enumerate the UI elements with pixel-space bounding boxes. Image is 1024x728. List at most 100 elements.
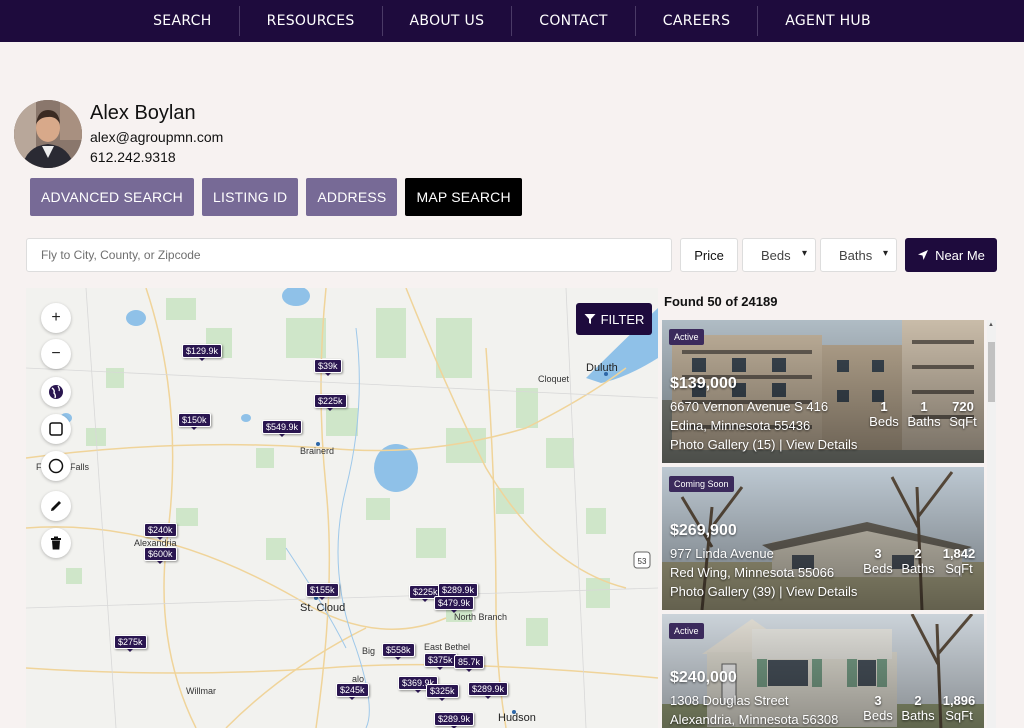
listing-street: 6670 Vernon Avenue S 416 (670, 399, 829, 414)
city-label: Cloquet (538, 374, 570, 384)
nav-search[interactable]: SEARCH (126, 6, 240, 36)
beds-label: Beds (863, 561, 893, 576)
listing-card[interactable]: Active $139,000 6670 Vernon Avenue S 416… (662, 320, 984, 463)
map-price-pin[interactable]: $150k (178, 413, 211, 430)
nav-about-us[interactable]: ABOUT US (383, 6, 513, 36)
baths-label: Baths (907, 414, 941, 429)
map-price-pin[interactable]: $240k (144, 523, 177, 540)
delete-shape-button[interactable] (41, 528, 71, 558)
minus-icon: − (51, 345, 61, 362)
city-label: Brainerd (300, 446, 335, 456)
scrollbar-thumb[interactable] (988, 342, 995, 402)
search-mode-tabs: ADVANCED SEARCH LISTING ID ADDRESS MAP S… (30, 178, 522, 216)
zoom-in-button[interactable]: + (41, 303, 71, 333)
results-scrollbar[interactable]: ▲ (987, 320, 996, 728)
location-arrow-icon (918, 250, 929, 260)
listing-sqft: 1,896 SqFt (940, 693, 978, 723)
sqft-label: SqFt (945, 708, 973, 723)
baths-select[interactable]: Baths ▾ (820, 238, 897, 272)
listing-city: Alexandria, Minnesota 56308 (670, 712, 839, 727)
beds-select-value: Beds (761, 247, 791, 263)
draw-rectangle-button[interactable] (41, 414, 71, 444)
agent-email[interactable]: alex@agroupmn.com (90, 129, 223, 145)
map-price-pin[interactable]: $289.9k (438, 583, 479, 600)
city-label: East Bethel (424, 642, 471, 652)
baths-label: Baths (901, 708, 935, 723)
agent-phone[interactable]: 612.242.9318 (90, 149, 176, 165)
listing-price: $269,900 (670, 522, 737, 539)
tab-listing-id[interactable]: LISTING ID (202, 178, 299, 216)
location-search-input[interactable] (26, 238, 672, 272)
listing-price: $139,000 (670, 375, 737, 392)
plus-icon: + (51, 309, 61, 326)
map-price-pin[interactable]: $325k (426, 684, 459, 701)
pencil-icon (51, 501, 61, 511)
listing-street: 977 Linda Avenue (670, 546, 774, 561)
photo-gallery-link[interactable]: Photo Gallery (15) | View Details (670, 437, 857, 452)
map-price-pin[interactable]: $289.9k (434, 712, 475, 728)
zoom-out-button[interactable]: − (41, 339, 71, 369)
status-badge: Active (669, 329, 704, 345)
photo-gallery-link[interactable]: Photo Gallery (39) | View Details (670, 584, 857, 599)
agent-avatar (14, 100, 82, 168)
chevron-down-icon: ▾ (882, 248, 888, 259)
map-base-layer: 53 (26, 288, 658, 728)
baths-label: Baths (901, 561, 935, 576)
map-filter-button[interactable]: FILTER (576, 303, 652, 335)
filter-label: FILTER (600, 311, 645, 327)
listing-card[interactable]: Active $240,000 1308 Douglas Street Alex… (662, 614, 984, 728)
near-me-button[interactable]: Near Me (905, 238, 997, 272)
listing-baths: 2 Baths (898, 546, 938, 576)
map-price-pin[interactable]: $225k (314, 394, 347, 411)
map-price-pin[interactable]: $549.9k (262, 420, 303, 437)
baths-select-value: Baths (839, 247, 873, 263)
status-badge: Coming Soon (669, 476, 734, 492)
map-price-pin[interactable]: $245k (336, 683, 369, 700)
tab-map-search[interactable]: MAP SEARCH (405, 178, 522, 216)
filter-icon (584, 314, 596, 324)
tab-advanced-search[interactable]: ADVANCED SEARCH (30, 178, 194, 216)
map-price-pin[interactable]: $39k (314, 359, 342, 376)
sqft-value: 1,842 (942, 546, 976, 561)
globe-button[interactable] (41, 377, 71, 407)
top-nav: SEARCH RESOURCES ABOUT US CONTACT CAREER… (0, 0, 1024, 42)
map-price-pin[interactable]: $155k (306, 583, 339, 600)
svg-text:53: 53 (638, 557, 647, 566)
listing-results[interactable]: Active $139,000 6670 Vernon Avenue S 416… (662, 320, 984, 728)
map-price-pin[interactable]: $375k (424, 653, 457, 670)
map-price-pin[interactable]: $600k (144, 547, 177, 564)
chevron-down-icon: ▾ (801, 248, 807, 259)
scroll-up-icon[interactable]: ▲ (988, 322, 994, 328)
tab-address[interactable]: ADDRESS (306, 178, 398, 216)
listing-city: Red Wing, Minnesota 55066 (670, 565, 835, 580)
beds-value: 1 (880, 399, 888, 414)
map-price-pin[interactable]: $479.9k (434, 596, 475, 613)
listing-sqft: 1,842 SqFt (940, 546, 978, 576)
draw-circle-button[interactable] (41, 451, 71, 481)
baths-value: 2 (914, 546, 922, 561)
city-label: Duluth (586, 362, 618, 374)
globe-icon (49, 385, 63, 399)
nav-resources[interactable]: RESOURCES (240, 6, 383, 36)
map-price-pin[interactable]: $275k (114, 635, 147, 652)
listing-card[interactable]: Coming Soon $269,900 977 Linda Avenue Re… (662, 467, 984, 610)
nav-agent-hub[interactable]: AGENT HUB (758, 6, 898, 36)
sqft-value: 1,896 (942, 693, 976, 708)
city-label: Hudson (498, 712, 536, 724)
listing-beds: 3 Beds (860, 693, 896, 723)
map-price-pin[interactable]: 85.7k (454, 655, 485, 672)
map-price-pin[interactable]: $558k (382, 643, 415, 660)
near-me-label: Near Me (935, 247, 985, 263)
map-view[interactable]: 53 Duluth Cloquet Brainerd Alexandria St… (26, 288, 658, 728)
baths-value: 1 (920, 399, 928, 414)
status-badge: Active (669, 623, 704, 639)
trash-icon (51, 536, 61, 550)
nav-contact[interactable]: CONTACT (512, 6, 636, 36)
map-price-pin[interactable]: $129.9k (182, 344, 223, 361)
map-price-pin[interactable]: $289.9k (468, 682, 509, 699)
nav-careers[interactable]: CAREERS (636, 6, 759, 36)
beds-select[interactable]: Beds ▾ (742, 238, 816, 272)
edit-shape-button[interactable] (41, 491, 71, 521)
beds-label: Beds (863, 708, 893, 723)
price-filter-button[interactable]: Price (680, 238, 738, 272)
